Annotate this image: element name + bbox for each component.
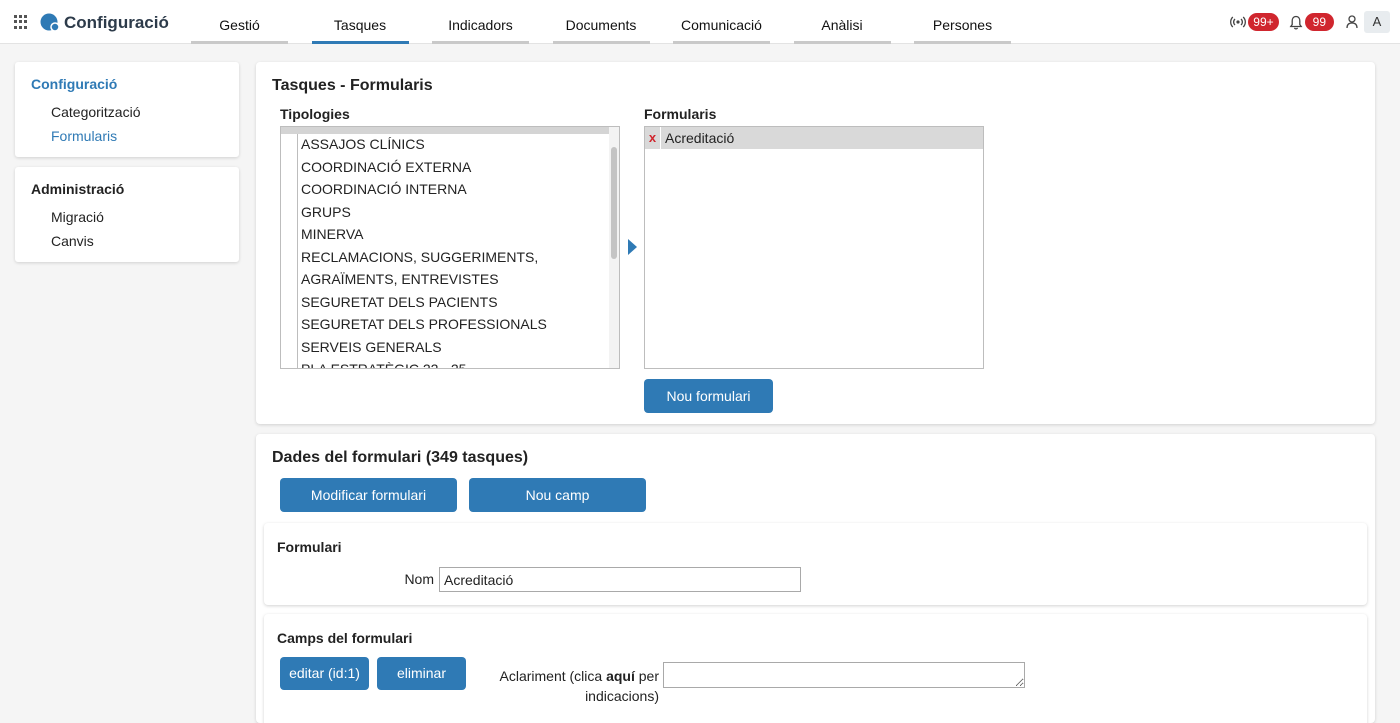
list-item[interactable]: ASSAJOS CLÍNICS [297,133,609,156]
broadcast-icon [1230,16,1247,28]
aclariment-textarea[interactable] [663,662,1025,688]
formularis-label: Formularis [644,106,717,122]
scrollbar-thumb[interactable] [611,147,617,259]
tab-gestio[interactable]: Gestió [191,0,288,44]
modify-form-button[interactable]: Modificar formulari [280,478,457,512]
list-item[interactable]: SERVEIS GENERALS [297,336,609,359]
remove-form-icon[interactable]: x [645,127,661,149]
aclariment-label: Aclariment (clica aquí per indicacions) [494,666,660,706]
tab-comunicacio[interactable]: Comunicació [673,0,770,44]
top-right-actions: 99+ 99 A [1230,11,1390,33]
formulari-card: Formulari Nom [264,523,1367,605]
sidebar-config-title[interactable]: Configuració [15,62,239,92]
list-item[interactable]: PLA ESTRATÈGIC 22 - 25 [297,358,609,368]
tab-indicadors[interactable]: Indicadors [432,0,529,44]
tab-persones[interactable]: Persones [914,0,1011,44]
edit-field-button[interactable]: editar (id:1) [280,657,369,690]
aclariment-help-link[interactable]: aquí [606,668,635,684]
sidebar-item-formularis[interactable]: Formularis [15,128,239,144]
list-item[interactable]: AGRAÏMENTS, ENTREVISTES [297,268,609,291]
list-item[interactable]: COORDINACIÓ INTERNA [297,178,609,201]
tipologies-label: Tipologies [280,106,350,122]
sidebar-config-card: Configuració Categorització Formularis [15,62,239,157]
camps-label: Camps del formulari [277,630,413,646]
nom-input[interactable] [439,567,801,592]
tipologies-scrollbar[interactable] [609,127,619,368]
nom-label: Nom [404,571,434,587]
notifications-count-badge: 99 [1304,13,1334,31]
sidebar-item-categoritzacio[interactable]: Categorització [15,104,239,120]
list-item[interactable]: COORDINACIÓ EXTERNA [297,156,609,179]
sidebar-item-canvis[interactable]: Canvis [15,233,239,249]
notifications-button[interactable]: 99 [1289,13,1334,31]
app-title: Configuració [64,13,169,32]
tab-documents[interactable]: Documents [552,0,650,44]
formulari-label: Formulari [277,539,342,555]
list-item[interactable]: SEGURETAT DELS PROFESSIONALS [297,313,609,336]
broadcast-button[interactable]: 99+ [1230,13,1279,31]
list-item[interactable]: GRUPS [297,201,609,224]
assign-arrow-icon[interactable] [628,239,637,255]
formularis-list[interactable]: x Acreditació [644,126,984,369]
aclariment-suffix: per [638,668,659,684]
tipologies-list[interactable]: ASSAJOS CLÍNICS COORDINACIÓ EXTERNA COOR… [280,126,620,369]
tab-analisi[interactable]: Anàlisi [793,0,891,44]
aclariment-line2: indicacions) [585,688,659,704]
forms-panel-title: Tasques - Formularis [272,77,433,94]
app-logo-icon [40,13,60,32]
camps-card: Camps del formulari editar (id:1) elimin… [264,614,1367,723]
new-field-button[interactable]: Nou camp [469,478,646,512]
list-item[interactable]: x Acreditació [645,127,983,149]
tab-tasques[interactable]: Tasques [311,0,409,44]
form-data-title: Dades del formulari (349 tasques) [272,449,529,466]
user-icon [1346,15,1358,29]
bell-icon [1289,15,1303,29]
form-name[interactable]: Acreditació [661,130,734,146]
sidebar-item-migracio[interactable]: Migració [15,209,239,225]
list-item[interactable]: MINERVA [297,223,609,246]
delete-field-button[interactable]: eliminar [377,657,466,690]
broadcast-count-badge: 99+ [1248,13,1279,31]
form-data-panel: Dades del formulari (349 tasques) Modifi… [256,434,1375,723]
list-item[interactable]: RECLAMACIONS, SUGGERIMENTS, [297,246,609,269]
list-item[interactable]: SEGURETAT DELS PACIENTS [297,291,609,314]
sidebar-admin-card: Administració Migració Canvis [15,167,239,262]
new-form-button[interactable]: Nou formulari [644,379,773,413]
user-menu-button[interactable]: A [1346,11,1390,33]
apps-grid-icon[interactable] [14,15,28,29]
forms-panel: Tasques - Formularis Tipologies Formular… [256,62,1375,424]
top-bar: Configuració Gestió Tasques Indicadors D… [0,0,1400,44]
sidebar-admin-title[interactable]: Administració [15,167,239,197]
aclariment-prefix: Aclariment (clica [499,668,603,684]
main-tabs: Gestió Tasques Indicadors Documents Comu… [191,0,1035,44]
user-avatar: A [1364,11,1390,33]
